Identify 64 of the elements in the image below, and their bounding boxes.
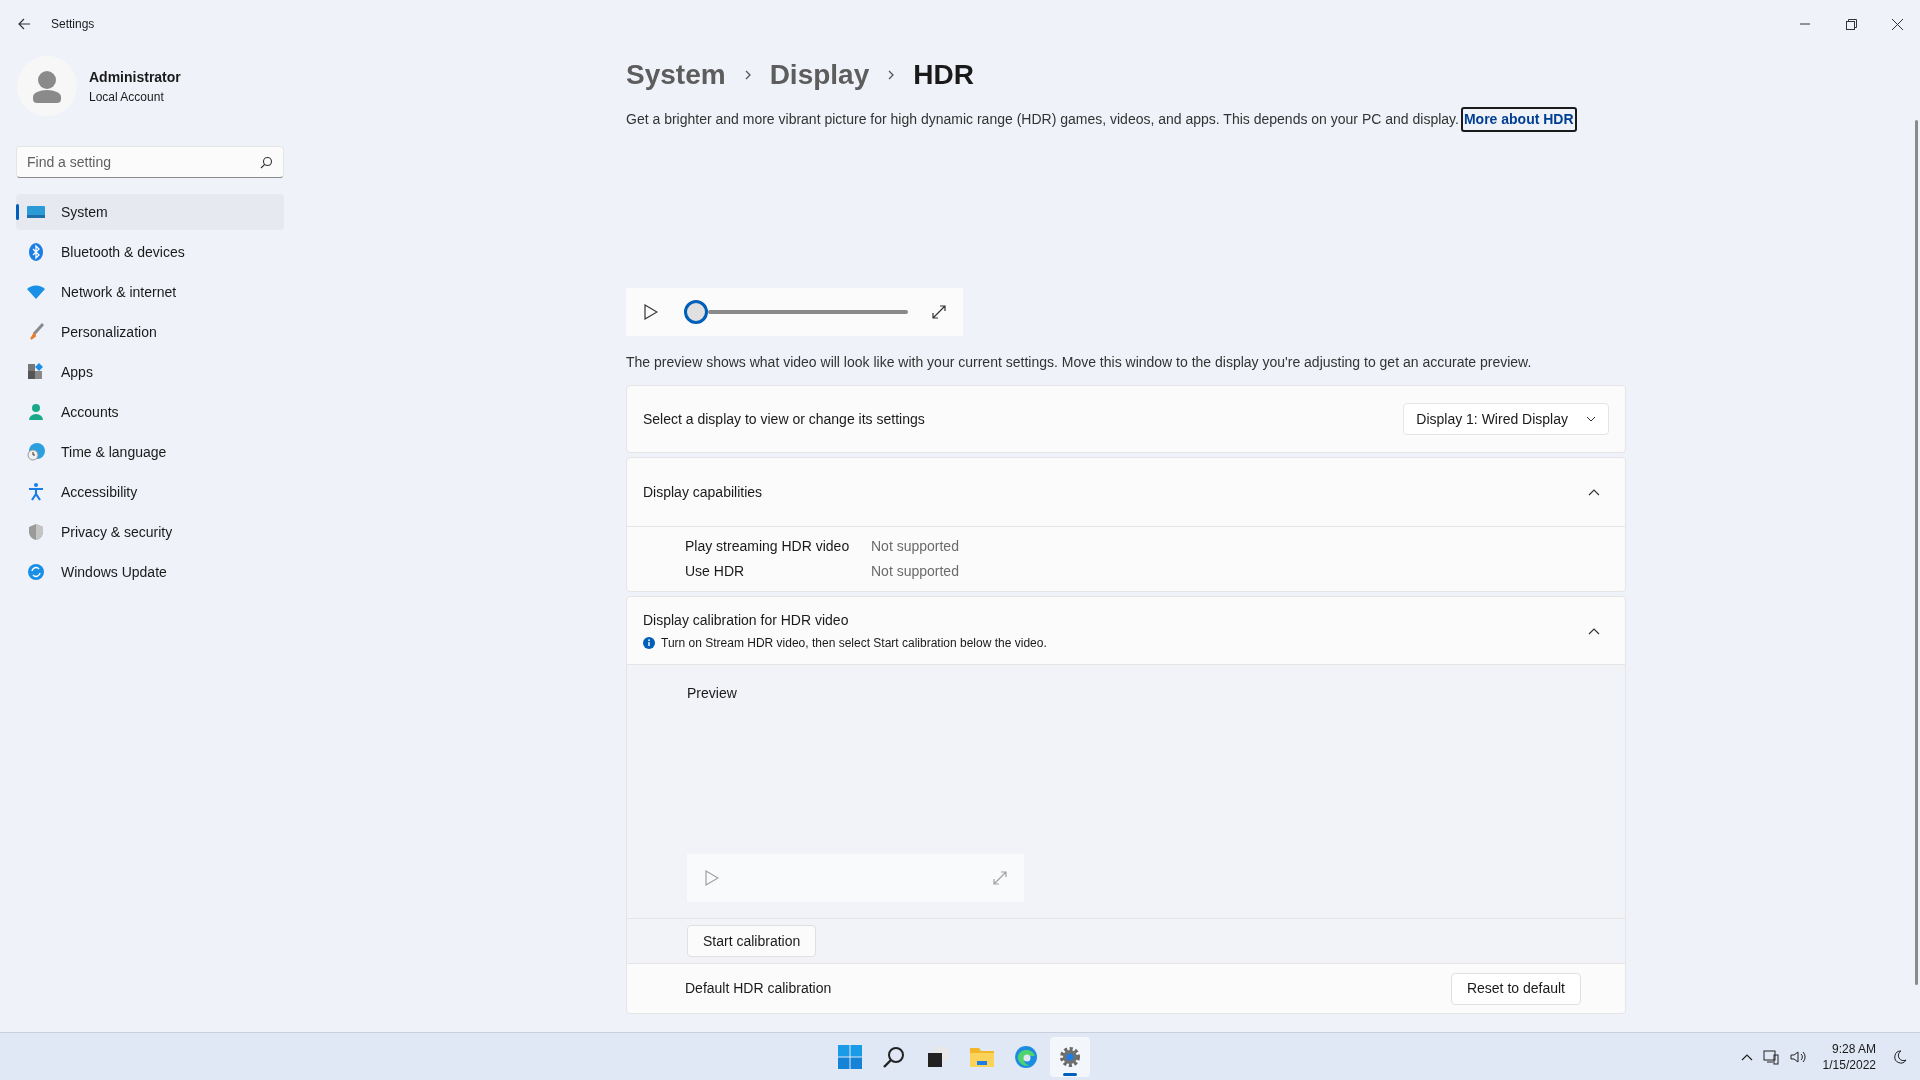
setting-label: Select a display to view or change its settings [643, 409, 925, 429]
chevron-right-icon [887, 69, 896, 81]
nav-item[interactable]: Apps [16, 354, 284, 390]
moon-icon[interactable] [1892, 1049, 1908, 1065]
time-icon [26, 442, 46, 462]
chevron-up-icon[interactable] [1740, 1053, 1753, 1061]
volume-icon[interactable] [1788, 1049, 1807, 1065]
privacy-icon [26, 522, 46, 542]
capability-name: Use HDR [685, 562, 746, 581]
start-calibration-button[interactable]: Start calibration [687, 925, 817, 957]
nav-item[interactable]: Accounts [16, 394, 284, 430]
expander-title[interactable]: Display calibration for HDR video [643, 609, 1047, 631]
chevron-up-icon[interactable] [1588, 626, 1600, 635]
search-field[interactable]: Find a setting [16, 146, 284, 178]
system-icon [26, 204, 46, 220]
setting-label: Default HDR calibration [685, 979, 832, 998]
account-type: Local Account [89, 88, 165, 106]
search-input[interactable]: Find a setting [27, 147, 260, 177]
play-icon [705, 870, 719, 886]
capability-value: Not supported [871, 562, 959, 581]
network-icon[interactable] [1762, 1049, 1779, 1065]
nav-item[interactable]: Accessibility [16, 474, 284, 510]
nav-item[interactable]: Time & language [16, 434, 284, 470]
bluetooth-icon [26, 242, 46, 262]
chevron-right-icon [743, 69, 752, 81]
reset-button[interactable]: Reset to default [1450, 972, 1581, 1005]
nav-item[interactable]: Bluetooth & devices [16, 234, 284, 270]
accounts-icon [26, 402, 46, 422]
nav-item[interactable]: System [16, 194, 284, 230]
nav-item[interactable]: Personalization [16, 314, 284, 350]
chevron-up-icon[interactable] [1588, 488, 1600, 496]
breadcrumb-item: HDR [913, 58, 974, 92]
expander-title[interactable]: Display capabilities [643, 481, 763, 503]
network-icon [26, 284, 46, 300]
nav-item[interactable]: Network & internet [16, 274, 284, 310]
preview-label: Preview [687, 684, 738, 703]
scrollbar[interactable] [1915, 120, 1918, 985]
breadcrumb-item[interactable]: System [626, 54, 726, 96]
more-about-link[interactable]: More about HDR [1460, 107, 1577, 132]
seek-slider[interactable] [684, 300, 908, 324]
window-title: Settings [51, 16, 95, 33]
update-icon [26, 562, 46, 582]
clock[interactable]: 9:28 AM 1/15/2022 [1822, 1041, 1876, 1073]
info-icon [643, 636, 655, 649]
play-icon[interactable] [644, 304, 658, 320]
nav-item[interactable]: Windows Update [16, 554, 284, 590]
description-text: Get a brighter and more vibrant picture for high dynamic range (HDR) games, videos, and apps. This depends on your PC and display. [626, 110, 1459, 129]
breadcrumb-item[interactable]: Display [769, 54, 870, 96]
back-icon[interactable] [17, 17, 31, 31]
display-dropdown[interactable]: Display 1: Wired Display [1403, 403, 1609, 435]
nav-item[interactable]: Privacy & security [16, 514, 284, 550]
account-name: Administrator [89, 67, 181, 87]
search-icon [260, 155, 273, 169]
info-text: Turn on Stream HDR video, then select Start calibration below the video. [661, 634, 1047, 652]
taskbar-settings-icon[interactable] [1050, 1036, 1090, 1077]
preview-note: The preview shows what video will look like with your current settings. Move this window to the display you're adjusting to get an accurate preview. [626, 353, 1533, 372]
avatar-icon [17, 56, 77, 116]
chevron-down-icon [1586, 416, 1596, 422]
capability-name: Play streaming HDR video [685, 537, 851, 556]
fullscreen-icon[interactable] [931, 304, 947, 320]
fullscreen-icon [992, 870, 1008, 886]
capability-value: Not supported [871, 537, 959, 556]
apps-icon [26, 362, 46, 382]
accessibility-icon [26, 482, 46, 502]
